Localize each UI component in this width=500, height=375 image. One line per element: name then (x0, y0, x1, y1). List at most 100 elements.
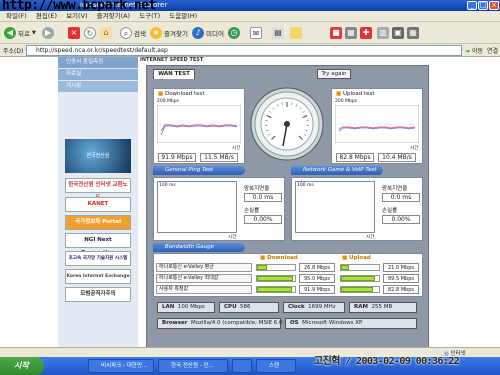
upload-gauge-track (340, 286, 380, 293)
print-button[interactable]: ▤ (272, 25, 284, 41)
toolbar-extra-3[interactable]: ✚ (360, 25, 372, 41)
start-button[interactable]: 시작 (0, 357, 44, 375)
upload-axis: 시간 (410, 146, 419, 151)
media-button[interactable]: ♪ 미디어 (192, 25, 224, 41)
taskbar-item-scan[interactable]: 스캔 (256, 359, 296, 373)
tab-wan-test[interactable]: WAN TEST (153, 69, 195, 79)
download-gauge-value: 91.9 Mbps (299, 285, 335, 294)
speedtest-panel: WAN TEST Try again ■ Download test 200 M… (146, 65, 429, 355)
back-button[interactable]: ◀ 뒤로 ▼ (4, 25, 36, 41)
bullet-icon: ■ (260, 255, 266, 261)
forward-arrow-icon: ▶ (42, 27, 54, 39)
taskbar-item-bcpark[interactable]: 비씨파크 - 대한민... (88, 359, 154, 373)
ram-info: RAM 255 MB (349, 302, 417, 313)
clock-info: Clock 1699 MHz (283, 302, 345, 313)
bullet-icon: ■ (336, 91, 342, 97)
sidebar-item-board[interactable]: 게시판 (58, 81, 138, 92)
speed-gauge-dial (250, 87, 324, 161)
voip-loss-value: 0.00% (382, 215, 420, 224)
upload-mbs: 10.4 MB/s (378, 153, 416, 162)
upload-title: ■ Upload test (336, 91, 375, 97)
toolbar: ◀ 뒤로 ▼ ▶ × ↻ ⌂ ⌕ 검색 ★ 즐겨찾기 ♪ 미디어 ◷ ✉ ▤ ■… (0, 22, 500, 44)
home-button[interactable]: ⌂ (100, 25, 112, 41)
bandwidth-row-label: 사용자 측정값 (156, 285, 252, 294)
bandwidth-row: 사용자 측정값 91.9 Mbps 82.8 Mbps (156, 285, 420, 295)
toolbar-extra-4[interactable]: ▥ (377, 25, 389, 41)
toolbar-extra-1[interactable]: ■ (330, 25, 342, 41)
menu-tools[interactable]: 도구(T) (139, 12, 160, 20)
search-icon: ⌕ (120, 27, 132, 39)
tool-icon: ▣ (392, 27, 404, 39)
maximize-button[interactable]: □ (478, 1, 488, 10)
banner-ngi[interactable]: NGI Next Generation (65, 233, 131, 256)
upload-gauge-value: 21.0 Mbps (383, 263, 419, 272)
address-bar: 주소(D) http://speed.nca.or.kr/speedtest/d… (0, 44, 500, 57)
minimize-button[interactable]: _ (467, 1, 477, 10)
menu-view[interactable]: 보기(V) (66, 12, 87, 20)
bullet-icon: ■ (342, 255, 348, 261)
close-button[interactable]: × (489, 1, 499, 10)
menu-edit[interactable]: 편집(E) (36, 12, 57, 20)
upload-gauge-value: 82.8 Mbps (383, 285, 419, 294)
nca-logo-banner[interactable]: 한국전산원 (65, 139, 131, 173)
voip-latency-label: 왕복지연율 (382, 186, 408, 192)
menu-file[interactable]: 파일(F) (6, 12, 27, 20)
menu-bar: 파일(F) 편집(E) 보기(V) 즐겨찾기(A) 도구(T) 도움말(H) (0, 11, 500, 22)
refresh-button[interactable]: ↻ (84, 25, 96, 41)
banner-public-servant[interactable]: 모범공직자주의 (65, 287, 131, 302)
bandwidth-row-label: 하나로통신 e-Valley 최대값 (156, 274, 252, 283)
sidebar-item-archive[interactable]: 자료실 (58, 69, 138, 80)
toolbar-extra-5[interactable]: ▣ (392, 25, 404, 41)
ping-graph: 100 ms (157, 181, 237, 233)
back-arrow-icon: ◀ (4, 27, 16, 39)
ping-test-header: General Ping Test (153, 166, 245, 175)
go-button[interactable]: ➜ 이동 (465, 46, 483, 55)
ping-loss-value: 0.00% (244, 215, 282, 224)
system-info: LAN 100 Mbps CPU 586 Clock 1699 MHz RAM … (153, 302, 423, 342)
upload-mbps: 82.8 Mbps (336, 153, 374, 162)
upload-panel: ■ Upload test 200 Mbps 시간 82.8 Mbps 10.4… (331, 88, 423, 164)
links-label[interactable]: 연결 (487, 46, 498, 55)
forward-button[interactable]: ▶ (42, 25, 54, 41)
folder-icon (290, 27, 302, 39)
printer-icon: ▤ (272, 27, 284, 39)
banner-portal[interactable]: 국가정보화 Portal (65, 215, 131, 230)
taskbar-item-app[interactable] (232, 359, 252, 373)
banner-kix-node[interactable]: 한국전산원 인터넷 교환노드 (65, 178, 131, 201)
search-button[interactable]: ⌕ 검색 (120, 25, 146, 41)
browser-info: Browser Mozilla/4.0 (compatible; MSIE 6.… (157, 318, 283, 329)
sidebar-item-quality[interactable]: 인증서 품질측정 (58, 57, 138, 68)
mail-icon: ✉ (250, 27, 262, 39)
toolbar-extra-6[interactable]: ▦ (407, 25, 419, 41)
bandwidth-gauge-header: Bandwidth Gauge (153, 243, 245, 252)
download-gauge-value: 26.8 Mbps (299, 263, 335, 272)
try-again-button[interactable]: Try again (317, 69, 351, 79)
banner-tech-support[interactable]: 초고속 국가망 기술지원 시스템 (65, 251, 131, 266)
voip-graph: 100 ms (295, 181, 375, 233)
ping-panel: 100 ms 시간 왕복지연율 0.0 ms 손실률 0.00% (153, 177, 285, 241)
download-gauge-track (256, 286, 296, 293)
mail-button[interactable]: ✉ (250, 25, 262, 41)
sidebar: 인증서 품질측정 자료실 게시판 한국전산원 한국전산원 인터넷 교환노드 KA… (58, 57, 138, 357)
banner-kanet[interactable]: KANET (65, 197, 131, 212)
menu-favorites[interactable]: 즐겨찾기(A) (97, 12, 130, 20)
home-icon: ⌂ (100, 27, 112, 39)
history-button[interactable]: ◷ (228, 25, 240, 41)
stop-button[interactable]: × (68, 25, 80, 41)
download-axis: 시간 (232, 146, 241, 151)
toolbar-extra-2[interactable]: ▦ (345, 25, 357, 41)
banner-kix[interactable]: Korea Internet Exchange (65, 269, 131, 284)
address-label: 주소(D) (3, 48, 24, 55)
address-input[interactable]: http://speed.nca.or.kr/speedtest/default… (26, 45, 462, 56)
taskbar-item-nca[interactable]: 한국 전산원 - 인... (158, 359, 228, 373)
go-arrow-icon: ➜ (465, 48, 471, 55)
bandwidth-download-header: ■ Download (260, 255, 298, 261)
bandwidth-panel: ■ Download ■ Upload 하나로통신 e-Valley 평균 26… (153, 253, 423, 297)
download-gauge-track (256, 275, 296, 282)
ping-latency-value: 0.0 ms (244, 193, 282, 202)
menu-help[interactable]: 도움말(H) (169, 12, 197, 20)
favorites-button[interactable]: ★ 즐겨찾기 (150, 25, 188, 41)
upload-gauge-fill (341, 265, 349, 270)
ping-scale: 100 ms (159, 183, 176, 188)
folder-button[interactable] (290, 25, 302, 41)
